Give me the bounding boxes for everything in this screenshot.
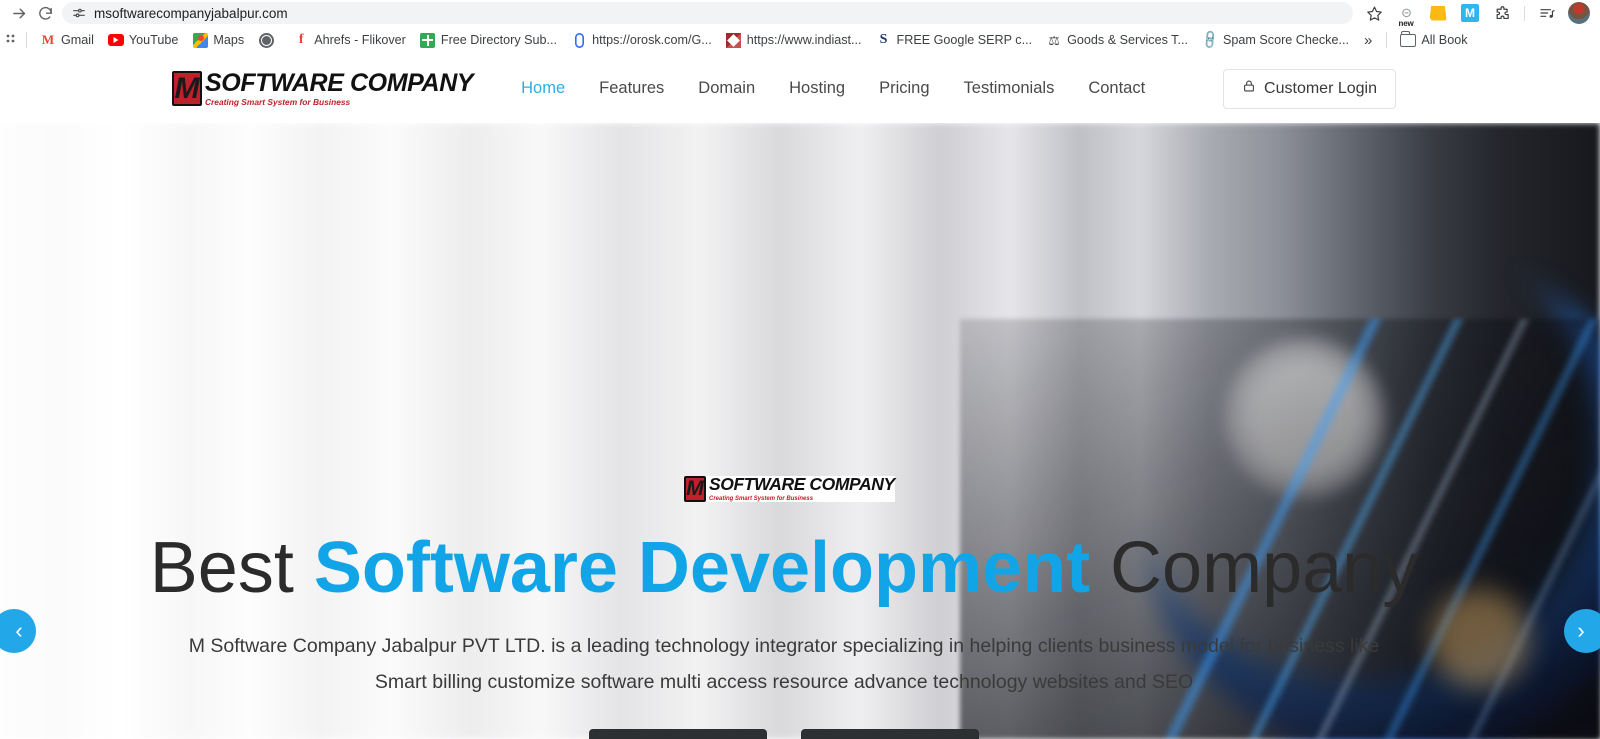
bookmarks-divider-2 [1386, 32, 1388, 48]
hero-subtitle: M Software Company Jabalpur PVT LTD. is … [188, 635, 1380, 693]
hero-title-after: Company [1090, 528, 1419, 608]
logo-tagline: Creating Smart System for Business [205, 96, 351, 107]
pin-icon [571, 32, 587, 48]
extension-orange-icon[interactable] [1423, 1, 1453, 25]
bookmark-spam-score[interactable]: 🔗 Spam Score Checke... [1195, 29, 1356, 51]
bookmark-label: Goods & Services T... [1067, 33, 1188, 47]
all-bookmarks-button[interactable]: All Book [1393, 29, 1474, 51]
bookmark-orosk[interactable]: https://orosk.com/G... [564, 29, 719, 51]
nav-item-hosting[interactable]: Hosting [772, 73, 862, 104]
bookmarks-bar: M Gmail YouTube Maps f Ahrefs - Flikover… [0, 26, 1600, 54]
site-header: M SOFTWARE COMPANY Creating Smart System… [0, 54, 1600, 123]
bookmark-label: https://www.indiast... [746, 33, 862, 47]
extension-new-icon[interactable]: new [1391, 1, 1421, 28]
hero-title-highlight: Software Development [313, 528, 1091, 608]
bookmark-indiast[interactable]: https://www.indiast... [719, 29, 869, 51]
all-bookmarks-label: All Book [1421, 33, 1468, 47]
customer-login-label: Customer Login [1264, 79, 1377, 97]
bookmark-label: Maps [213, 33, 245, 47]
hero-logo-image: M SOFTWARE COMPANY Creating Smart System… [684, 474, 895, 502]
site-logo[interactable]: M SOFTWARE COMPANY Creating Smart System… [172, 68, 474, 107]
bookmark-label: FREE Google SERP c... [896, 33, 1033, 47]
all-features-button[interactable]: All Features [801, 729, 979, 739]
bookmark-globe[interactable] [251, 29, 286, 51]
bookmarks-overflow-button[interactable]: » [1356, 29, 1380, 52]
hero-logo-mark: M [684, 476, 706, 502]
nav-item-home[interactable]: Home [504, 73, 582, 104]
new-badge-label: new [1398, 19, 1414, 28]
bookmark-gst[interactable]: ⚖ Goods & Services T... [1039, 29, 1195, 51]
nav-item-features[interactable]: Features [582, 73, 681, 104]
bookmark-star-icon[interactable] [1359, 1, 1389, 25]
ahrefs-icon: f [298, 32, 304, 47]
semrush-icon: S [879, 32, 888, 47]
toolbar-actions: new M [1359, 1, 1594, 28]
extensions-puzzle-icon[interactable] [1487, 1, 1517, 25]
playlist-icon[interactable] [1532, 1, 1562, 25]
bookmark-label: Free Directory Sub... [440, 33, 558, 47]
hero-logo-name: SOFTWARE COMPANY [709, 474, 895, 494]
nav-item-pricing[interactable]: Pricing [862, 73, 946, 104]
nav-item-domain[interactable]: Domain [681, 73, 772, 104]
bookmark-label: Gmail [61, 33, 94, 47]
website-viewport: M SOFTWARE COMPANY Creating Smart System… [0, 54, 1600, 739]
tune-icon[interactable] [70, 5, 88, 21]
carousel-prev-button[interactable]: ‹ [0, 609, 36, 653]
bookmark-label: Ahrefs - Flikover [314, 33, 406, 47]
hero-title-before: Best [149, 528, 314, 608]
link-icon: 🔗 [1198, 28, 1221, 51]
hero-title: Best Software Development Company [0, 532, 1568, 604]
view-plans-button[interactable]: View Plans [589, 729, 767, 739]
bookmark-free-directory[interactable]: Free Directory Sub... [413, 29, 564, 51]
bookmark-label: YouTube [128, 33, 179, 47]
toolbar-divider [1524, 5, 1525, 21]
omnibox[interactable]: msoftwarecompanyjabalpur.com [62, 2, 1353, 24]
nav-item-contact[interactable]: Contact [1071, 73, 1162, 104]
india-icon [726, 32, 742, 48]
green-plus-icon [420, 32, 436, 48]
browser-toolbar: msoftwarecompanyjabalpur.com new M [0, 0, 1600, 28]
hero-carousel: M SOFTWARE COMPANY Creating Smart System… [0, 123, 1600, 739]
folder-icon [1400, 30, 1417, 48]
forward-arrow-icon[interactable] [6, 2, 32, 24]
url-text[interactable]: msoftwarecompanyjabalpur.com [94, 6, 288, 21]
reload-icon[interactable] [32, 2, 58, 24]
carousel-next-button[interactable]: › [1564, 609, 1600, 653]
bookmark-label: https://orosk.com/G... [592, 33, 712, 47]
mailtrack-letter: M [1461, 4, 1479, 22]
gmail-icon: M [41, 32, 55, 47]
logo-mark: M [172, 70, 202, 107]
profile-avatar[interactable] [1564, 1, 1594, 25]
hero-logo-tagline: Creating Smart System for Business [709, 495, 814, 502]
bookmark-ahrefs[interactable]: f Ahrefs - Flikover [286, 29, 413, 51]
bookmark-gmail[interactable]: M Gmail [33, 29, 101, 51]
logo-name: SOFTWARE COMPANY [205, 68, 474, 97]
bookmark-serp-checker[interactable]: S FREE Google SERP c... [869, 29, 1040, 51]
lock-icon [1242, 78, 1256, 99]
bookmark-label: Spam Score Checke... [1222, 33, 1349, 47]
hero-cta-group: View Plans All Features [0, 729, 1568, 739]
bookmark-maps[interactable]: Maps [185, 29, 251, 51]
bookmark-youtube[interactable]: YouTube [101, 29, 186, 51]
globe-icon [258, 32, 274, 48]
mailtrack-icon[interactable]: M [1455, 1, 1485, 25]
main-navigation: Home Features Domain Hosting Pricing Tes… [504, 73, 1162, 104]
customer-login-button[interactable]: Customer Login [1223, 68, 1396, 109]
bookmarks-divider [26, 32, 27, 48]
browser-chrome: msoftwarecompanyjabalpur.com new M M Gma… [0, 0, 1600, 54]
youtube-icon [107, 32, 124, 48]
gst-emblem-icon: ⚖ [1048, 32, 1060, 48]
maps-icon [192, 32, 208, 48]
apps-grid-icon[interactable] [4, 32, 20, 48]
nav-item-testimonials[interactable]: Testimonials [947, 73, 1072, 104]
